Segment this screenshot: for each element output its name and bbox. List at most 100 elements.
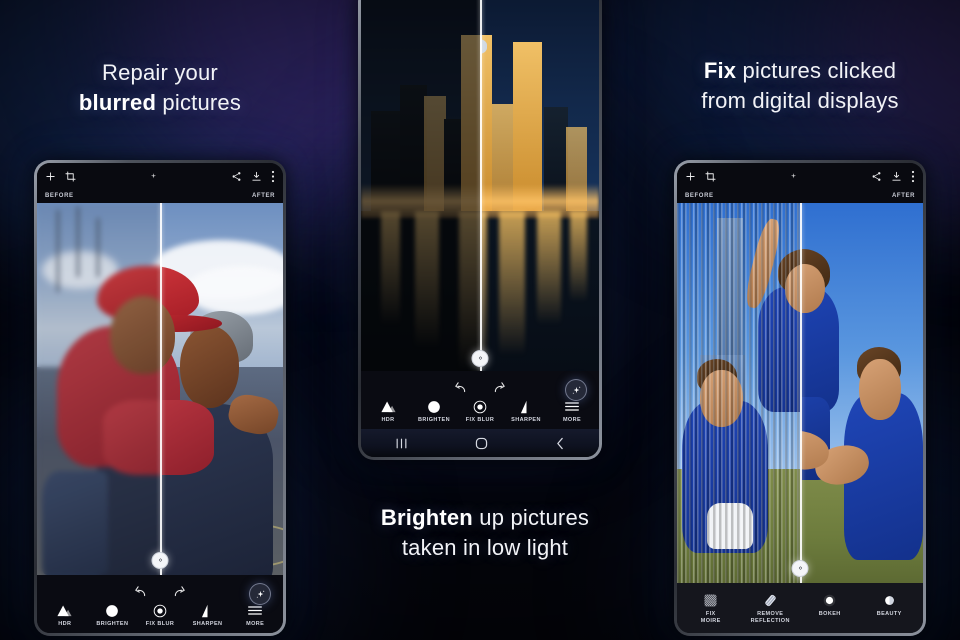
promo-banner: Repair your blurred pictures Fix picture… (0, 0, 960, 640)
before-image (677, 203, 800, 583)
compare-handle[interactable]: ‹› (471, 350, 489, 367)
before-after-viewer[interactable]: ‹› (37, 203, 283, 575)
app-bar (37, 163, 283, 189)
plus-icon[interactable] (685, 171, 696, 182)
tool-fix-blur[interactable]: FIX BLUR (137, 603, 182, 628)
phone-frame: ‹› HDR BRIGHTEN FIX BLUR SHARPEN MORE (358, 0, 602, 460)
compare-divider (160, 203, 162, 575)
phone-right: BEFORE AFTER ‹› FIX MOIRE REMOVE REFLECT… (674, 160, 926, 636)
tool-sharpen[interactable]: SHARPEN (185, 603, 230, 628)
tool-label: SHARPEN (511, 417, 541, 423)
tool-list: FIX MOIRE REMOVE REFLECTION BOKEH BEAUTY (677, 583, 923, 633)
hdr-icon (380, 399, 397, 414)
compare-divider (480, 0, 482, 371)
phone-frame: BEFORE AFTER (674, 160, 926, 636)
hdr-icon (56, 603, 73, 618)
overflow-menu-icon[interactable] (911, 170, 915, 183)
undo-icon[interactable] (453, 381, 468, 394)
tool-label: HDR (381, 417, 395, 423)
redo-icon[interactable] (172, 585, 187, 598)
android-navigation-bar (361, 429, 599, 457)
share-icon[interactable] (231, 171, 242, 182)
tool-fix-blur[interactable]: FIX BLUR (458, 399, 502, 424)
sparkle-icon (149, 172, 158, 181)
tool-label: SHARPEN (192, 621, 223, 627)
tool-fix-moire[interactable]: FIX MOIRE (682, 593, 739, 625)
undo-redo-group (361, 377, 599, 397)
headline-bottom-bold: Brighten (380, 505, 473, 530)
headline-left-line1: Repair your (102, 60, 218, 85)
recents-icon[interactable] (395, 438, 408, 449)
compare-divider (800, 203, 802, 583)
menu-icon (248, 603, 263, 618)
tool-brighten[interactable]: BRIGHTEN (412, 399, 456, 424)
crop-icon[interactable] (65, 170, 76, 182)
tool-sharpen[interactable]: SHARPEN (504, 399, 548, 424)
tool-list: HDR BRIGHTEN FIX BLUR SHARPEN MORE (37, 601, 283, 633)
phone-screen: ‹› HDR BRIGHTEN FIX BLUR SHARPEN MORE (361, 0, 599, 457)
compare-handle[interactable]: ‹› (791, 560, 809, 577)
tool-label: HDR (58, 621, 72, 627)
tool-hdr[interactable]: HDR (366, 399, 410, 424)
home-icon[interactable] (475, 437, 488, 450)
reflection-icon (763, 593, 778, 608)
app-bar (677, 163, 923, 189)
auto-enhance-icon[interactable] (565, 379, 587, 401)
compare-handle-glyph: ‹› (798, 565, 803, 572)
headline-right-line1: pictures clicked (736, 58, 897, 83)
moire-pattern-secondary (677, 203, 800, 583)
sparkle-icon (789, 172, 798, 181)
download-icon[interactable] (251, 171, 262, 182)
sharpen-icon (520, 399, 533, 414)
after-label: AFTER (892, 193, 915, 199)
headline-left: Repair your blurred pictures (20, 58, 300, 118)
undo-redo-group (37, 581, 283, 601)
compare-handle-glyph: ‹› (158, 557, 163, 564)
before-after-labels: BEFORE AFTER (37, 189, 283, 203)
plus-icon[interactable] (45, 171, 56, 182)
before-image (361, 0, 480, 371)
before-label: BEFORE (685, 193, 714, 199)
headline-bottom-line2: taken in low light (401, 535, 569, 560)
phone-left: BEFORE AFTER ‹› HDR BRIGHTEN FIX BLUR SH… (34, 160, 286, 636)
phone-frame: BEFORE AFTER (34, 160, 286, 636)
phone-screen: BEFORE AFTER (677, 163, 923, 633)
tool-label: FIX BLUR (145, 621, 175, 627)
before-after-viewer[interactable]: ‹› (361, 0, 599, 371)
moire-icon (703, 593, 718, 608)
auto-enhance-icon[interactable] (249, 583, 271, 605)
headline-left-bold: blurred (78, 90, 157, 115)
tool-label: BRIGHTEN (96, 621, 129, 627)
before-after-labels: BEFORE AFTER (677, 189, 923, 203)
tool-label: MORE (562, 417, 582, 423)
redo-icon[interactable] (492, 381, 507, 394)
menu-icon (565, 399, 579, 414)
after-label: AFTER (252, 193, 275, 199)
compare-handle[interactable]: ‹› (151, 552, 169, 569)
tool-label: BRIGHTEN (418, 417, 450, 423)
tool-bokeh[interactable]: BOKEH (801, 593, 858, 618)
tool-label: REMOVE REFLECTION (750, 611, 790, 624)
bokeh-icon (823, 593, 836, 608)
tool-list: HDR BRIGHTEN FIX BLUR SHARPEN MORE (361, 397, 599, 429)
tool-beauty[interactable]: BEAUTY (861, 593, 918, 618)
undo-icon[interactable] (133, 585, 148, 598)
tool-more[interactable]: MORE (550, 399, 594, 424)
headline-left-line2: pictures (156, 90, 242, 115)
share-icon[interactable] (871, 171, 882, 182)
phone-screen: BEFORE AFTER (37, 163, 283, 633)
tool-hdr[interactable]: HDR (42, 603, 87, 628)
tool-remove-reflection[interactable]: REMOVE REFLECTION (742, 593, 799, 625)
sharpen-icon (201, 603, 214, 618)
focus-icon (153, 603, 167, 618)
headline-right: Fix pictures clicked from digital displa… (660, 56, 940, 116)
tool-label: BEAUTY (876, 611, 902, 617)
compare-handle-glyph: ‹› (478, 355, 483, 362)
download-icon[interactable] (891, 171, 902, 182)
tool-brighten[interactable]: BRIGHTEN (90, 603, 135, 628)
back-icon[interactable] (555, 437, 565, 450)
crop-icon[interactable] (705, 170, 716, 182)
before-after-viewer[interactable]: ‹› (677, 203, 923, 583)
overflow-menu-icon[interactable] (271, 170, 275, 183)
tool-more[interactable]: MORE (233, 603, 278, 628)
